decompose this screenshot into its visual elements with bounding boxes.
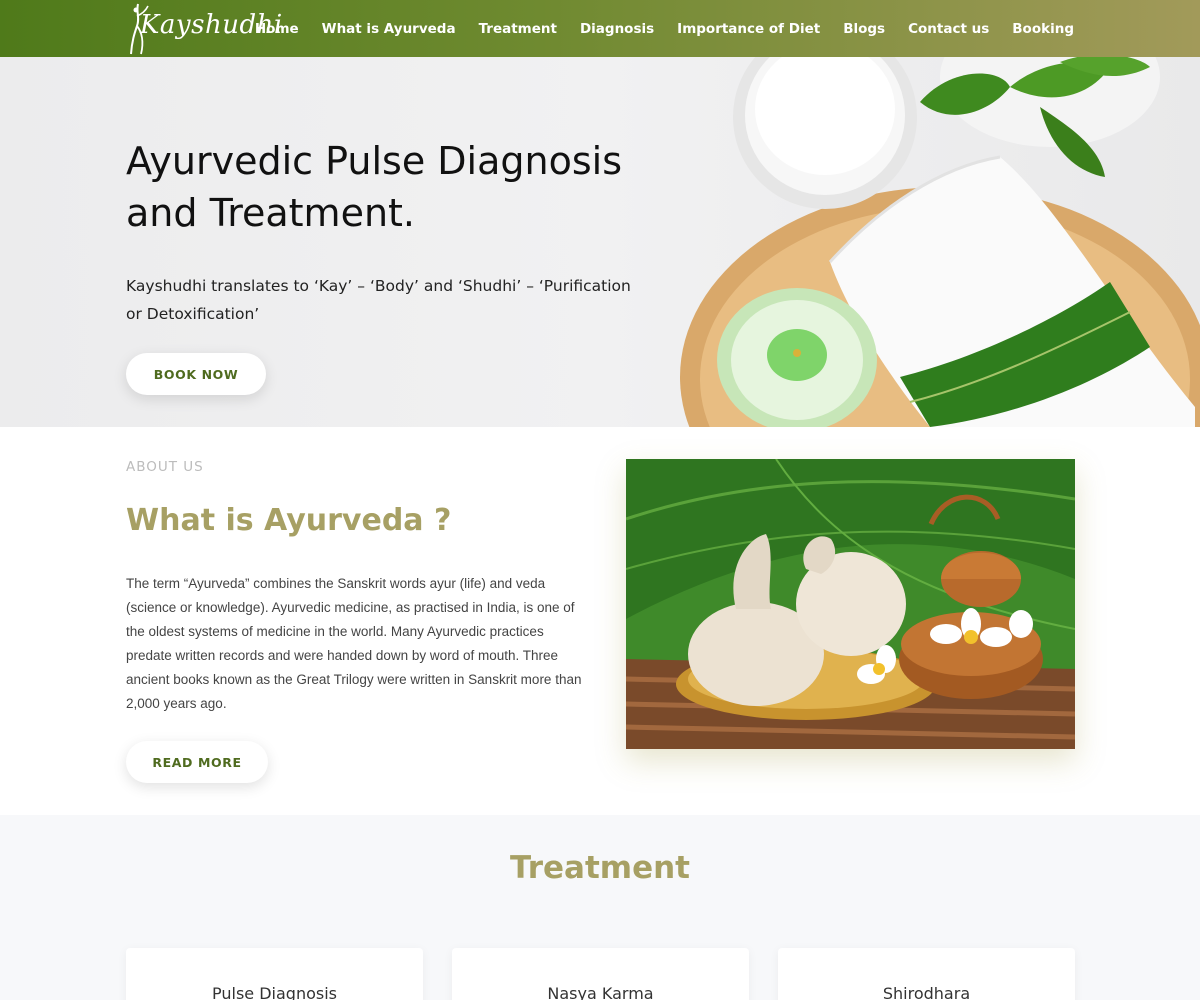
card-shirodhara[interactable]: Shirodhara xyxy=(778,948,1075,1000)
hero-banner: Ayurvedic Pulse Diagnosis and Treatment.… xyxy=(0,57,1200,427)
card-pulse-diagnosis[interactable]: Pulse Diagnosis xyxy=(126,948,423,1000)
herbal-compress-illustration xyxy=(626,459,1075,749)
nav-treatment[interactable]: Treatment xyxy=(479,21,557,37)
hero-title-line-2: and Treatment. xyxy=(126,191,416,235)
nav-what-is-ayurveda[interactable]: What is Ayurveda xyxy=(322,21,456,37)
nav-importance-of-diet[interactable]: Importance of Diet xyxy=(677,21,820,37)
about-kicker: ABOUT US xyxy=(126,459,204,475)
hero-title: Ayurvedic Pulse Diagnosis and Treatment. xyxy=(126,135,726,239)
card-label-nasya-karma: Nasya Karma xyxy=(547,984,654,1000)
main-menu: Home What is Ayurveda Treatment Diagnosi… xyxy=(232,0,1074,57)
nav-booking[interactable]: Booking xyxy=(1012,21,1074,37)
top-navbar: Kayshudhi Home What is Ayurveda Treatmen… xyxy=(0,0,1200,57)
hero-title-line-1: Ayurvedic Pulse Diagnosis xyxy=(126,139,622,183)
hero-subtitle: Kayshudhi translates to ‘Kay’ – ‘Body’ a… xyxy=(126,277,631,323)
treatment-title: Treatment xyxy=(509,850,690,886)
read-more-button[interactable]: READ MORE xyxy=(126,741,268,783)
kayshudhi-logo[interactable]: Kayshudhi xyxy=(128,2,282,55)
about-title: What is Ayurveda ? xyxy=(126,503,452,538)
ayurveda-herbal-compress-image xyxy=(626,459,1075,749)
card-nasya-karma[interactable]: Nasya Karma xyxy=(452,948,749,1000)
nav-diagnosis[interactable]: Diagnosis xyxy=(580,21,654,37)
card-label-pulse-diagnosis: Pulse Diagnosis xyxy=(212,984,337,1000)
card-label-shirodhara: Shirodhara xyxy=(882,984,971,1000)
treatment-section: Treatment Pulse Diagnosis Nasya Karma Sh… xyxy=(0,815,1200,1000)
nav-contact-us[interactable]: Contact us xyxy=(908,21,989,37)
book-now-button[interactable]: BOOK NOW xyxy=(126,353,266,395)
nav-blogs[interactable]: Blogs xyxy=(843,21,885,37)
about-body: The term “Ayurveda” combines the Sanskri… xyxy=(126,576,582,711)
nav-home[interactable]: Home xyxy=(255,21,299,37)
